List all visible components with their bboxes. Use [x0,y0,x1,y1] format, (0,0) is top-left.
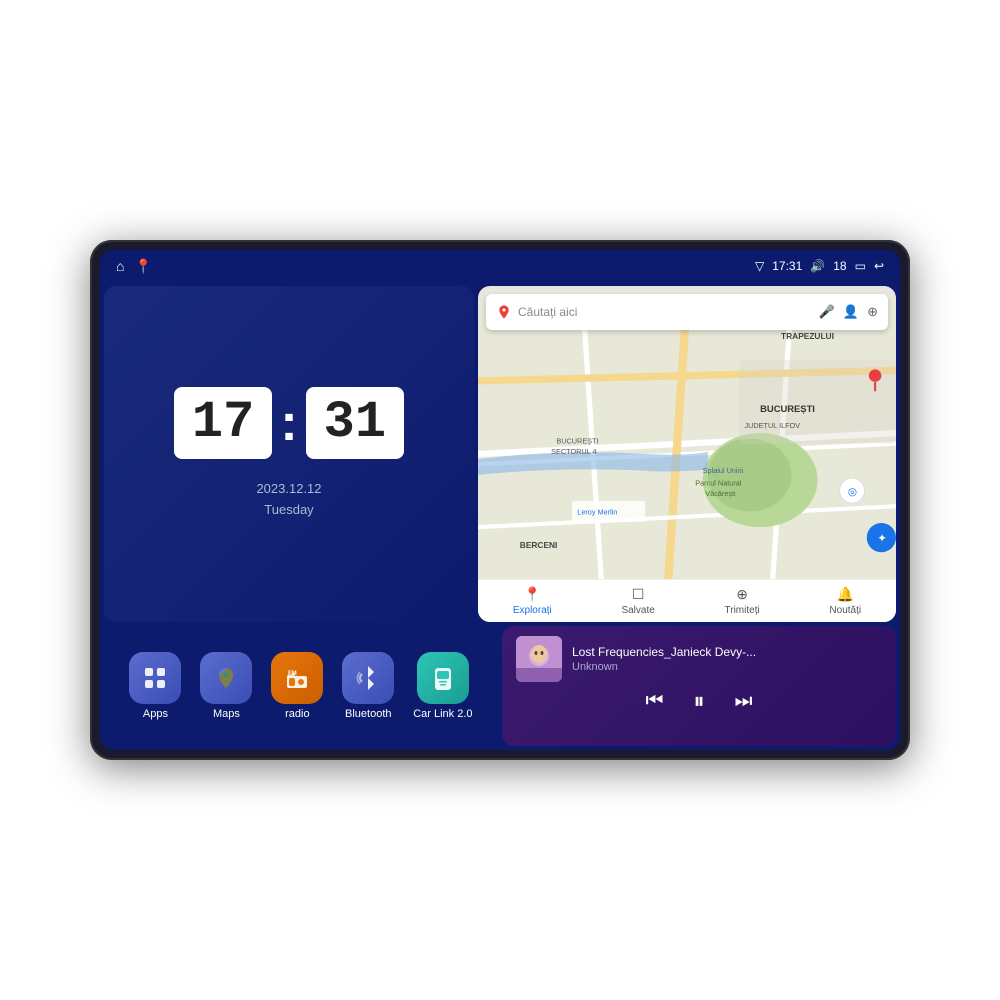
map-search-icons: 🎤 👤 ⊕ [819,304,878,320]
bluetooth-label: Bluetooth [345,708,391,720]
svg-text:BUCUREȘTI: BUCUREȘTI [556,437,598,446]
music-album-art [516,636,562,682]
svg-text:✦: ✦ [877,533,887,545]
radio-svg-icon: FM [283,664,311,692]
volume-level: 18 [833,259,846,273]
bottom-row: Apps Maps [104,626,896,746]
send-label: Trimiteți [725,605,760,616]
back-icon[interactable]: ↩ [874,259,884,273]
google-maps-logo [496,304,512,320]
music-controls: ⏮ ⏸ ⏭ [516,690,882,712]
svg-text:BUCUREȘTI: BUCUREȘTI [760,403,815,414]
music-artist: Unknown [572,661,882,673]
status-bar: ⌂ 📍 ▽ 17:31 🔊 18 ▭ ↩ [100,250,900,282]
news-label: Noutăți [829,605,861,616]
music-info-row: Lost Frequencies_Janieck Devy-... Unknow… [516,636,882,682]
music-player: Lost Frequencies_Janieck Devy-... Unknow… [502,626,896,746]
mic-icon[interactable]: 🎤 [819,304,835,320]
apps-icon-bg [129,652,181,704]
map-container: TRAPEZULUI BUCUREȘTI JUDEȚUL ILFOV BERCE… [478,286,896,622]
svg-text:JUDEȚUL ILFOV: JUDEȚUL ILFOV [744,421,800,430]
music-next-button[interactable]: ⏭ [735,691,753,711]
map-nav-news[interactable]: 🔔 Noutăți [829,586,861,616]
signal-icon: ▽ [755,259,764,273]
status-right: ▽ 17:31 🔊 18 ▭ ↩ [755,259,884,273]
clock-day-value: Tuesday [256,500,321,521]
radio-icon-bg: FM [271,652,323,704]
app-icon-bluetooth[interactable]: Bluetooth [342,652,394,720]
volume-icon: 🔊 [810,259,825,273]
map-nav-bar: 📍 Explorați ☐ Salvate ⊕ Trimiteți 🔔 [478,579,896,622]
maps-label: Maps [213,708,240,720]
map-nav-send[interactable]: ⊕ Trimiteți [725,586,760,616]
radio-label: radio [285,708,309,720]
map-nav-saved[interactable]: ☐ Salvate [621,586,654,616]
maps-status-icon[interactable]: 📍 [134,258,151,275]
clock-widget: 17 : 31 2023.12.12 Tuesday [104,286,474,622]
svg-text:Splaiul Unirii: Splaiul Unirii [703,466,744,475]
app-icons-panel: Apps Maps [104,626,498,746]
status-time: 17:31 [772,259,802,273]
map-svg: TRAPEZULUI BUCUREȘTI JUDEȚUL ILFOV BERCE… [478,286,896,622]
map-nav-explore[interactable]: 📍 Explorați [513,586,552,616]
clock-hours: 17 [174,387,272,459]
music-prev-button[interactable]: ⏮ [645,691,663,711]
apps-label: Apps [143,708,168,720]
music-play-button[interactable]: ⏸ [693,690,704,712]
apps-svg-icon [141,664,169,692]
status-left: ⌂ 📍 [116,258,152,275]
map-widget[interactable]: TRAPEZULUI BUCUREȘTI JUDEȚUL ILFOV BERCE… [478,286,896,622]
carlink-icon-bg [417,652,469,704]
svg-text:Parcul Natural: Parcul Natural [695,478,742,487]
device-frame: ⌂ 📍 ▽ 17:31 🔊 18 ▭ ↩ 17 : 31 [90,240,910,760]
clock-minutes: 31 [306,387,404,459]
svg-text:◎: ◎ [848,487,857,498]
album-art-svg [516,636,562,682]
clock-date-value: 2023.12.12 [256,479,321,500]
svg-text:TRAPEZULUI: TRAPEZULUI [781,331,834,341]
svg-text:SECTORUL 4: SECTORUL 4 [551,447,596,456]
saved-label: Salvate [621,605,654,616]
explore-icon: 📍 [524,586,541,603]
map-search-bar[interactable]: Căutați aici 🎤 👤 ⊕ [486,294,888,330]
svg-text:BERCENI: BERCENI [520,540,558,550]
clock-separator: : [280,397,297,449]
maps-icon-bg [200,652,252,704]
bluetooth-svg-icon [354,664,382,692]
news-icon: 🔔 [837,586,854,603]
home-icon[interactable]: ⌂ [116,258,124,274]
svg-text:Leroy Merlin: Leroy Merlin [577,508,617,517]
app-icon-apps[interactable]: Apps [129,652,181,720]
explore-label: Explorați [513,605,552,616]
main-content: 17 : 31 2023.12.12 Tuesday [100,282,900,750]
device-screen: ⌂ 📍 ▽ 17:31 🔊 18 ▭ ↩ 17 : 31 [100,250,900,750]
account-icon[interactable]: 👤 [843,304,859,320]
saved-icon: ☐ [632,586,645,603]
svg-text:Văcărești: Văcărești [705,489,736,498]
app-icon-maps[interactable]: Maps [200,652,252,720]
clock-display: 17 : 31 [174,387,404,459]
carlink-svg-icon [429,664,457,692]
layers-icon[interactable]: ⊕ [867,304,878,320]
svg-text:FM: FM [288,671,297,677]
bluetooth-icon-bg [342,652,394,704]
music-title: Lost Frequencies_Janieck Devy-... [572,645,882,659]
battery-icon: ▭ [855,259,866,273]
music-text: Lost Frequencies_Janieck Devy-... Unknow… [572,645,882,673]
clock-date: 2023.12.12 Tuesday [256,479,321,521]
app-icon-carlink[interactable]: Car Link 2.0 [413,652,472,720]
app-icon-radio[interactable]: FM radio [271,652,323,720]
send-icon: ⊕ [736,586,748,603]
maps-svg-icon [212,664,240,692]
map-search-placeholder: Căutați aici [518,305,813,319]
carlink-label: Car Link 2.0 [413,708,472,720]
